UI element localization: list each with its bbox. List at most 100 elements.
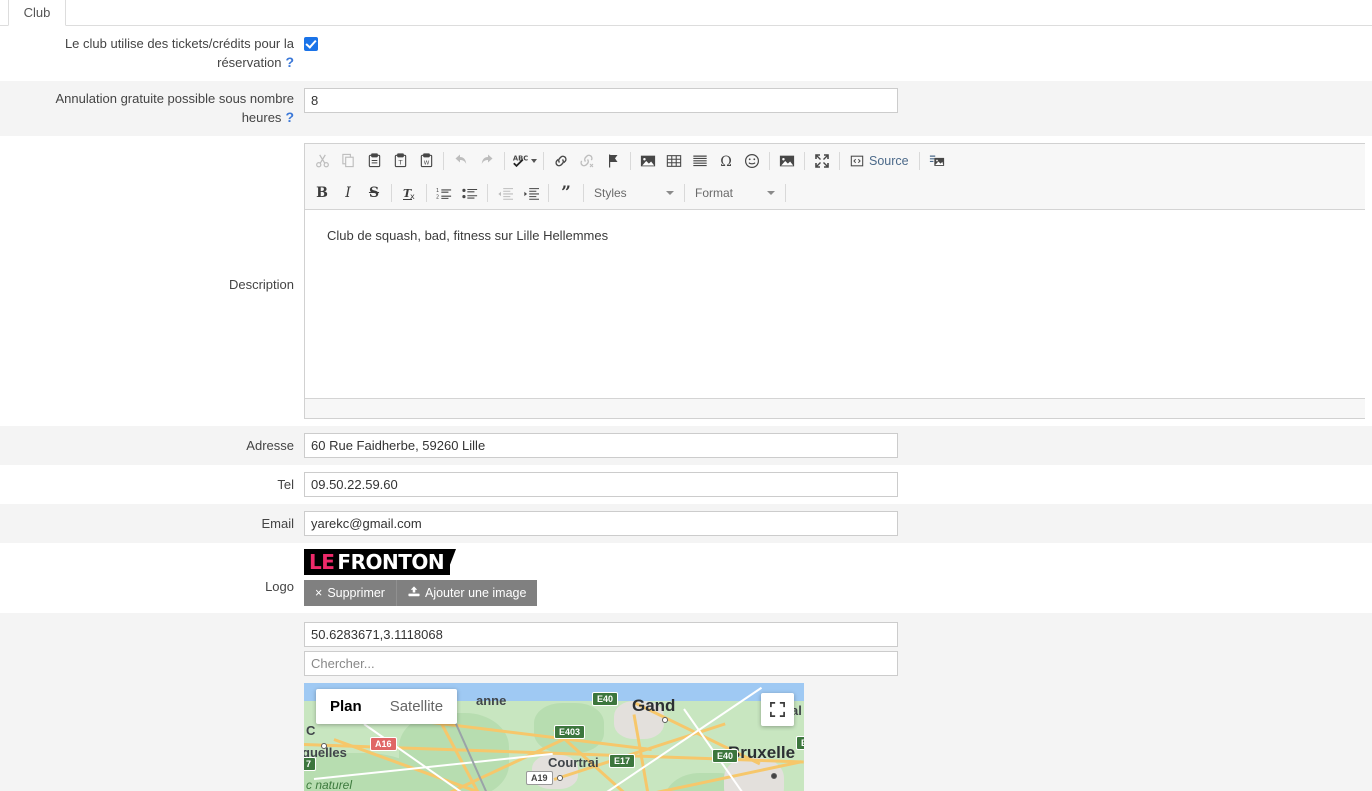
redo-icon[interactable] [474,149,500,173]
svg-text:W: W [423,160,429,166]
map-type-satellite[interactable]: Satellite [376,689,457,724]
label-tickets-cell: Le club utilise des tickets/crédits pour… [0,26,304,81]
label-annulation-cell: Annulation gratuite possible sous nombre… [0,81,304,136]
google-map[interactable]: Gand Bruxelle Courtrai Roubaix C quelles… [304,683,804,791]
label-email: Email [261,515,294,531]
indent-icon[interactable] [518,181,544,205]
map-shield: A16 [370,737,397,751]
map-city-dot [662,717,668,723]
logo-buttons: × Supprimer Ajouter une image [304,580,1372,606]
strikethrough-icon[interactable]: S [361,181,387,205]
field-location: Gand Bruxelle Courtrai Roubaix C quelles… [304,613,1372,791]
label-annulation: Annulation gratuite possible sous nombre… [55,91,294,125]
paste-text-icon[interactable]: T [387,149,413,173]
toolbar-separator [487,184,488,202]
field-email [304,504,1372,543]
delete-logo-label: Supprimer [327,586,385,600]
tickets-checkbox[interactable] [304,37,318,51]
toolbar-separator [804,151,805,170]
label-tel-cell: Tel [0,465,304,504]
row-email: Email [0,504,1372,543]
map-shield: E40 [712,749,739,763]
label-tel: Tel [277,476,294,492]
format-dropdown[interactable]: Format [689,181,781,205]
source-button[interactable]: Source [844,149,915,173]
map-city-label: anne [476,693,507,708]
label-adresse: Adresse [246,437,294,453]
spellcheck-icon[interactable]: ABC [509,149,539,173]
label-description-cell: Description [0,136,304,426]
help-icon-annulation[interactable]: ? [285,109,294,125]
label-logo-cell: Logo [0,543,304,613]
link-icon[interactable] [548,149,574,173]
copy-icon[interactable] [335,149,361,173]
image2-icon[interactable] [774,149,800,173]
annulation-hours-input[interactable] [304,88,898,113]
toolbar-separator [630,151,631,170]
coordinates-input[interactable] [304,622,898,647]
label-tickets: Le club utilise des tickets/crédits pour… [64,36,294,70]
field-tel [304,465,1372,504]
map-city-label: Bruxelle [728,743,796,762]
row-location: Location [0,613,1372,791]
chevron-down-icon [666,191,674,195]
paste-icon[interactable] [361,149,387,173]
rich-text-editor: T W ABC Ω Source B I S T x 1 2 ” Styles … [304,143,1365,419]
map-type-control: Plan Satellite [316,689,458,724]
horizontal-rule-icon[interactable] [687,149,713,173]
adresse-input[interactable] [304,433,898,458]
templates-icon[interactable] [924,149,950,173]
image-icon[interactable] [635,149,661,173]
map-city-label: Courtrai [548,755,599,770]
tab-club-label: Club [23,5,51,20]
remove-format-icon[interactable]: Tx [396,181,422,205]
toolbar-separator [426,184,427,202]
toolbar-separator [583,184,584,202]
special-char-icon[interactable]: Ω [713,149,739,173]
row-description: Description T W ABC Ω Source B I S T x 1… [0,136,1372,426]
map-type-plan[interactable]: Plan [316,689,376,724]
map-search-input[interactable] [304,651,898,676]
smiley-icon[interactable] [739,149,765,173]
close-icon: × [315,586,323,600]
map-city-dot [557,775,563,781]
source-button-label: Source [869,153,909,168]
row-annulation: Annulation gratuite possible sous nombre… [0,81,1372,136]
editor-content-area[interactable]: Club de squash, bad, fitness sur Lille H… [305,210,1365,398]
email-input[interactable] [304,511,898,536]
toolbar-separator [785,184,786,202]
field-tickets [304,26,1372,81]
tab-club[interactable]: Club [8,0,66,26]
help-icon-tickets[interactable]: ? [285,54,294,70]
italic-icon[interactable]: I [335,181,361,205]
editor-content-text: Club de squash, bad, fitness sur Lille H… [327,228,609,243]
svg-text:1: 1 [436,188,439,194]
blockquote-icon[interactable]: ” [553,181,579,205]
delete-logo-button[interactable]: × Supprimer [304,580,396,606]
paste-word-icon[interactable]: W [413,149,439,173]
bold-icon[interactable]: B [309,181,335,205]
add-image-label: Ajouter une image [424,586,527,600]
outdent-icon[interactable] [492,181,518,205]
unlink-icon[interactable] [574,149,600,173]
format-dropdown-label: Format [695,186,734,200]
bulleted-list-icon[interactable] [457,181,483,205]
club-form-page: Club Le club utilise des tickets/crédits… [0,0,1372,791]
maximize-icon[interactable] [809,149,835,173]
anchor-flag-icon[interactable] [600,149,626,173]
table-icon[interactable] [661,149,687,173]
toolbar-separator [391,184,392,202]
editor-footer [305,398,1365,418]
row-tickets: Le club utilise des tickets/crédits pour… [0,26,1372,81]
tel-input[interactable] [304,472,898,497]
editor-toolbar: T W ABC Ω Source B I S T x 1 2 ” Styles … [305,144,1365,210]
row-adresse: Adresse [0,426,1372,465]
fullscreen-icon[interactable] [761,693,794,726]
label-adresse-cell: Adresse [0,426,304,465]
spellcheck-caret-icon[interactable] [530,158,537,163]
numbered-list-icon[interactable]: 12 [431,181,457,205]
cut-icon[interactable] [309,149,335,173]
undo-icon[interactable] [448,149,474,173]
styles-dropdown[interactable]: Styles [588,181,680,205]
add-image-button[interactable]: Ajouter une image [395,580,538,606]
